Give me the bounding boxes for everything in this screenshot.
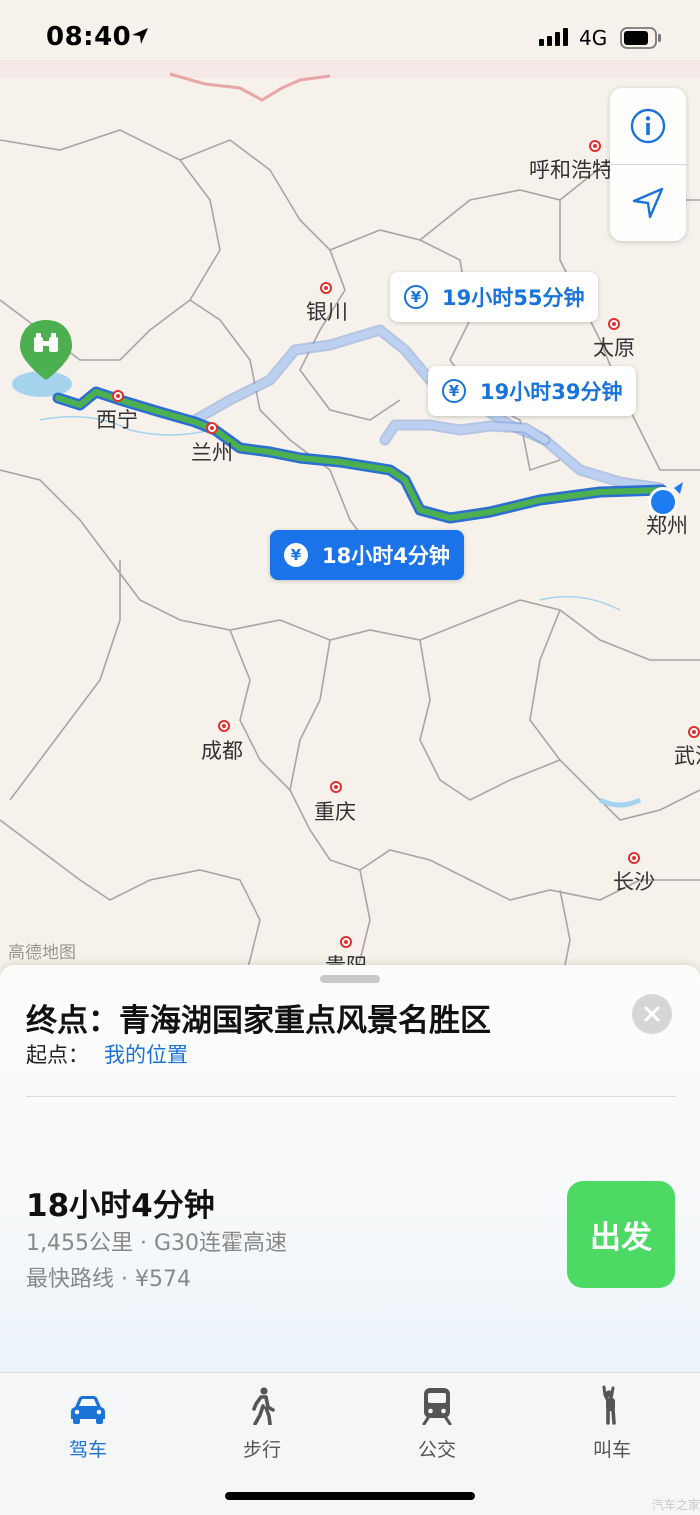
location-arrow-icon bbox=[132, 28, 148, 44]
city-label-taiyuan: 太原 bbox=[593, 336, 635, 360]
destination-title: 终点：青海湖国家重点风景名胜区 bbox=[26, 1003, 491, 1039]
yen-icon: ¥ bbox=[442, 379, 466, 403]
route-option-label: 18小时4分钟 bbox=[322, 544, 450, 568]
tab-label: 步行 bbox=[242, 1439, 281, 1461]
status-bar: 08:40 4G bbox=[0, 0, 700, 76]
route-type-cost: 最快路线 · ¥574 bbox=[26, 1267, 191, 1292]
tab-walk[interactable]: 步行 bbox=[202, 1373, 322, 1473]
city-label-xining: 西宁 bbox=[96, 408, 138, 432]
route-option-main[interactable]: ¥ 18小时4分钟 bbox=[270, 530, 464, 580]
train-icon bbox=[422, 1388, 452, 1425]
info-icon bbox=[630, 108, 666, 144]
yen-icon: ¥ bbox=[284, 543, 308, 567]
tab-label: 公交 bbox=[417, 1439, 456, 1461]
city-label-chongqing: 重庆 bbox=[314, 800, 356, 824]
city-label-chengdu: 成都 bbox=[201, 739, 243, 763]
watermark: 汽车之家 bbox=[652, 1498, 700, 1512]
close-button[interactable] bbox=[632, 994, 672, 1034]
battery-icon bbox=[620, 27, 661, 49]
city-dot-guiyang bbox=[340, 936, 352, 948]
city-dot-chengdu bbox=[218, 720, 230, 732]
home-indicator[interactable] bbox=[225, 1492, 475, 1500]
map-attribution: 高德地图 bbox=[8, 943, 76, 963]
tab-label: 叫车 bbox=[592, 1439, 631, 1461]
city-dot-yinchuan bbox=[320, 282, 332, 294]
car-icon bbox=[71, 1396, 105, 1424]
network-type: 4G bbox=[579, 26, 608, 50]
origin-value-link[interactable]: 我的位置 bbox=[104, 1039, 188, 1069]
tab-transit[interactable]: 公交 bbox=[377, 1373, 497, 1473]
route-option-label: 19小时39分钟 bbox=[480, 380, 623, 404]
city-dot-lanzhou bbox=[206, 422, 218, 434]
city-dot-changsha bbox=[628, 852, 640, 864]
route-distance-road: 1,455公里 · G30连霍高速 bbox=[26, 1231, 288, 1256]
city-label-hohhot: 呼和浩特 bbox=[529, 158, 613, 182]
map-controls bbox=[610, 88, 686, 241]
city-label-zhengzhou: 郑州 bbox=[646, 514, 688, 538]
location-arrow-icon bbox=[632, 187, 664, 219]
city-label-yinchuan: 银川 bbox=[306, 300, 348, 324]
city-label-wuhan: 武汉 bbox=[674, 744, 700, 768]
origin-label: 起点： bbox=[26, 1043, 89, 1067]
route-option-alt1[interactable]: ¥ 19小时55分钟 bbox=[390, 272, 599, 322]
go-button[interactable]: 出发 bbox=[567, 1181, 675, 1288]
city-label-lanzhou: 兰州 bbox=[191, 441, 233, 465]
tab-ride-hail[interactable]: 叫车 bbox=[552, 1373, 672, 1473]
locate-button[interactable] bbox=[610, 165, 686, 241]
signal-bars-icon bbox=[539, 28, 568, 46]
city-label-changsha: 长沙 bbox=[613, 870, 655, 894]
city-dot-hohhot bbox=[589, 140, 601, 152]
tab-drive[interactable]: 驾车 bbox=[28, 1373, 148, 1473]
walking-person-icon bbox=[252, 1387, 275, 1425]
route-option-alt2[interactable]: ¥ 19小时39分钟 bbox=[428, 366, 637, 416]
route-duration[interactable]: 18小时4分钟 bbox=[26, 1180, 215, 1225]
route-option-label: 19小时55分钟 bbox=[442, 286, 585, 310]
hail-person-icon bbox=[602, 1385, 616, 1425]
sheet-divider bbox=[26, 1096, 676, 1097]
city-dot-chongqing bbox=[330, 781, 342, 793]
info-button[interactable] bbox=[610, 88, 686, 164]
status-time: 08:40 bbox=[46, 22, 132, 52]
tab-label: 驾车 bbox=[68, 1439, 107, 1461]
city-dot-wuhan bbox=[688, 726, 700, 738]
yen-icon: ¥ bbox=[404, 285, 428, 309]
sheet-grabber[interactable] bbox=[320, 975, 380, 983]
city-dot-xining bbox=[112, 390, 124, 402]
close-icon bbox=[644, 1006, 660, 1022]
city-dot-taiyuan bbox=[608, 318, 620, 330]
